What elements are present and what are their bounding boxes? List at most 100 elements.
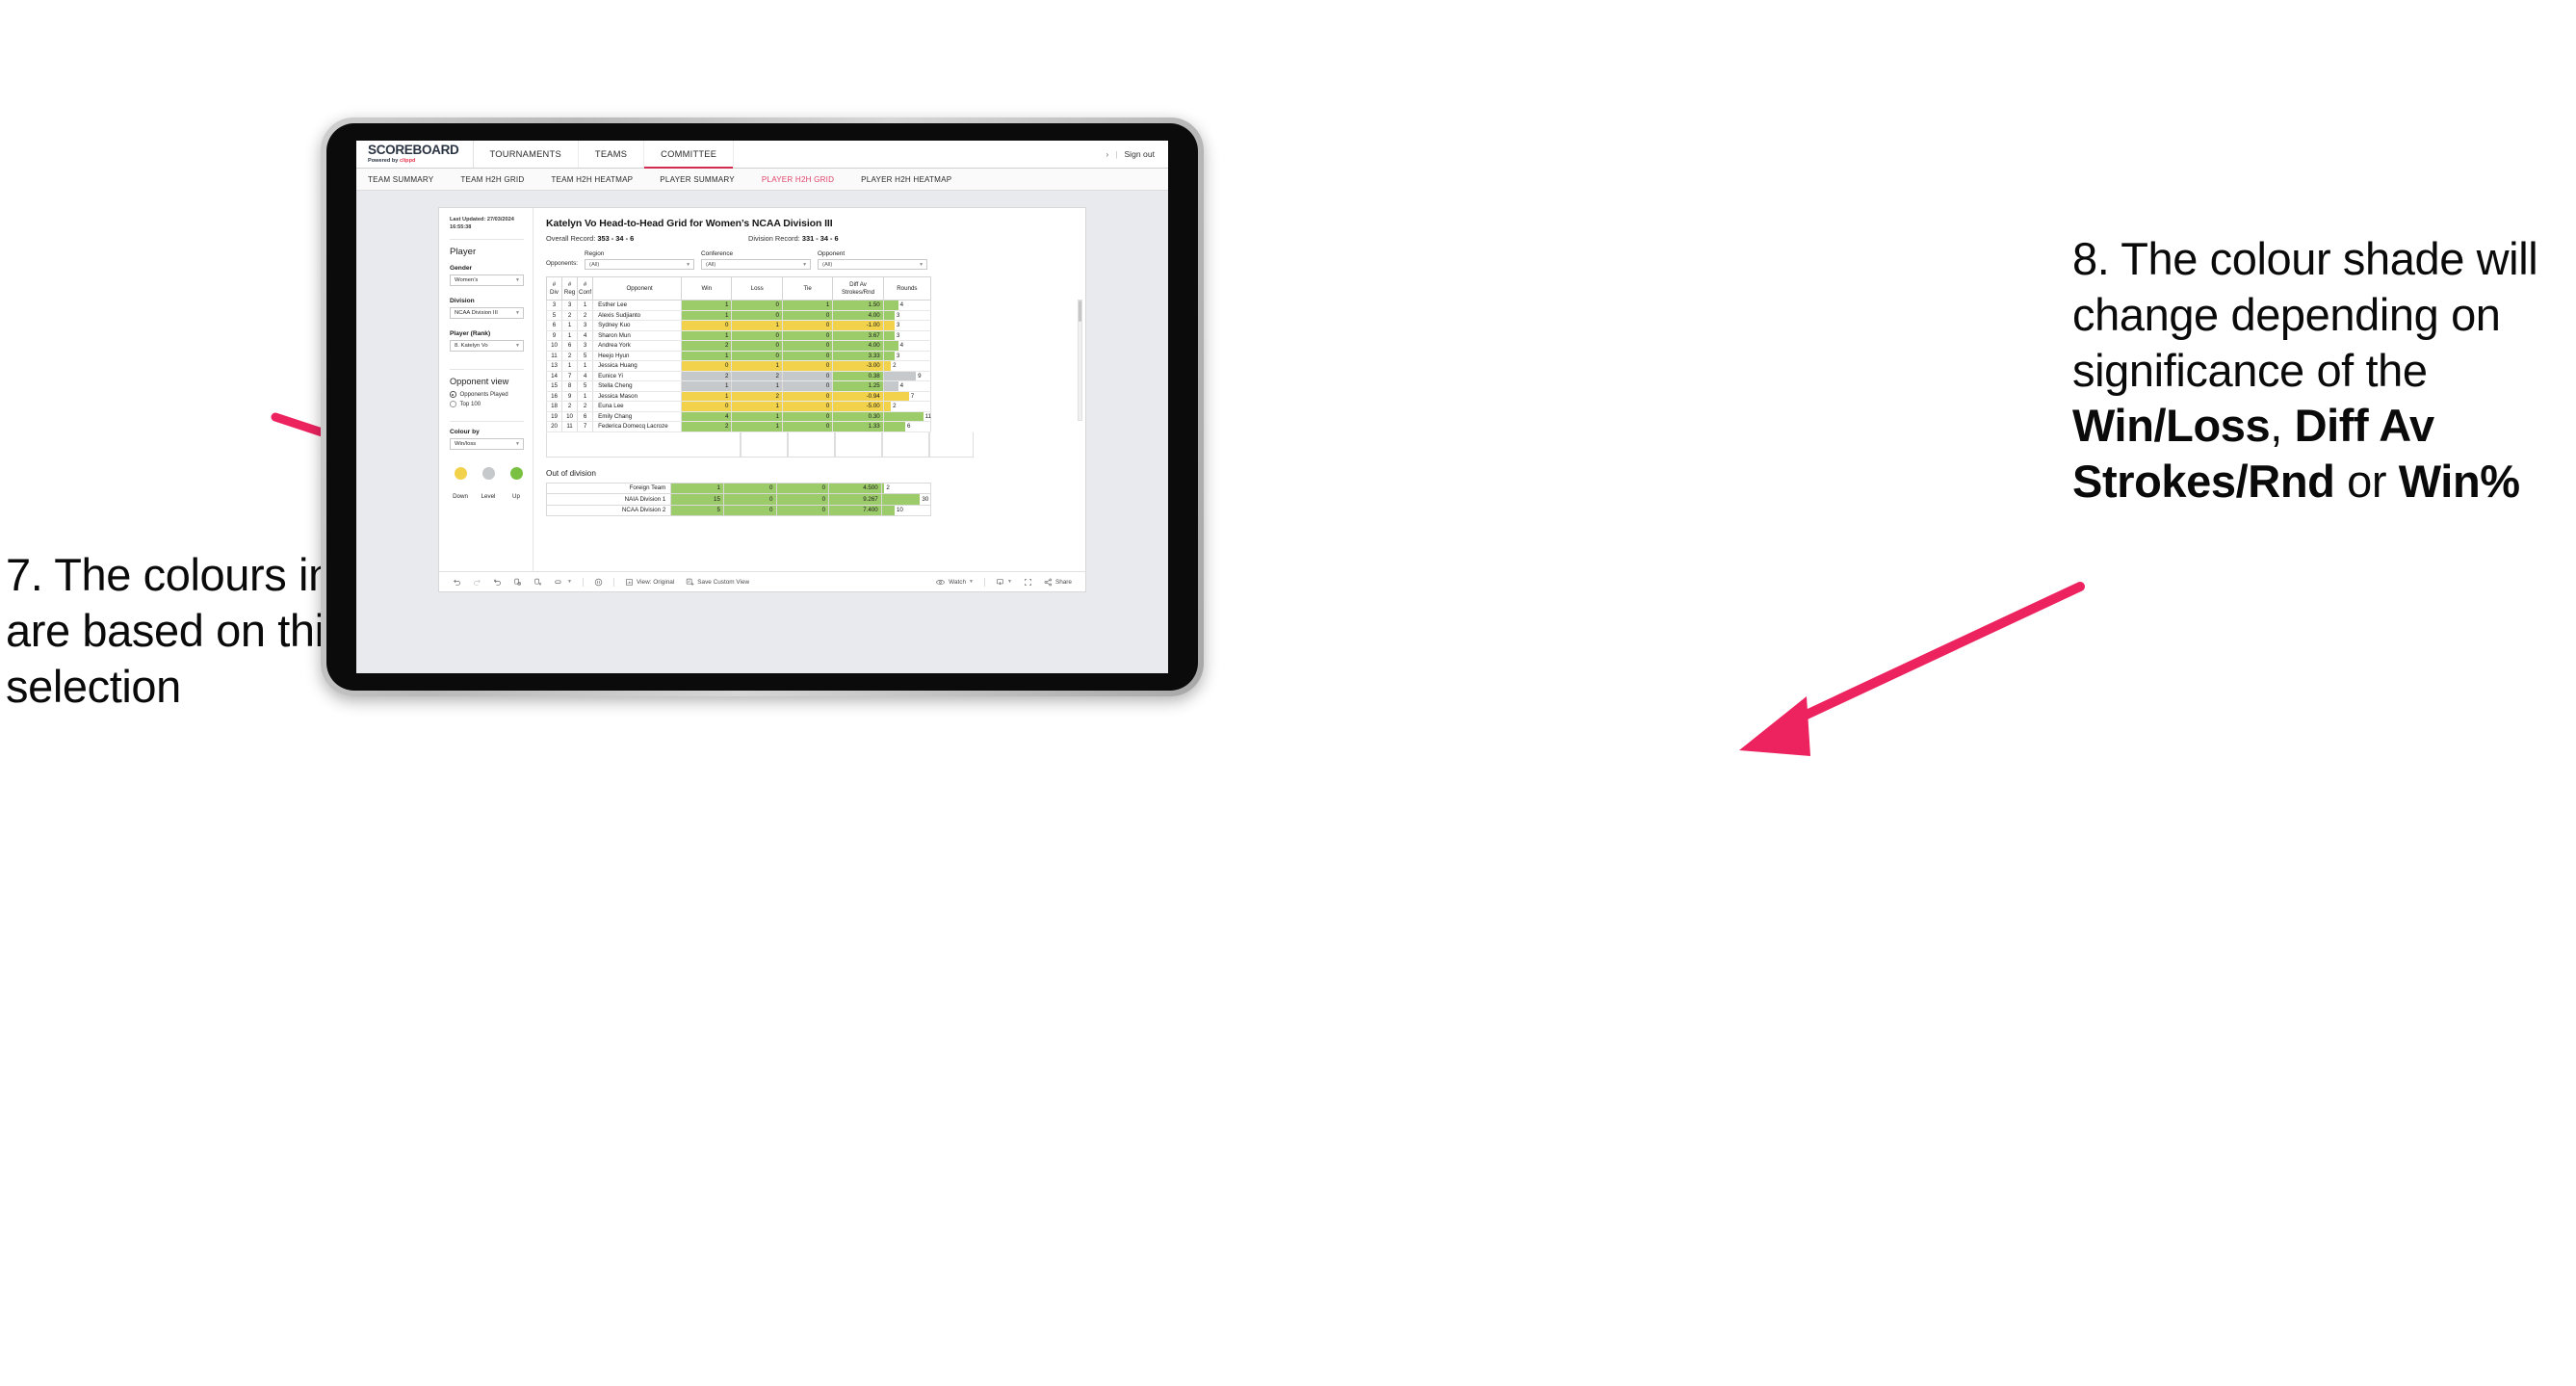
division-value: NCAA Division III [455,310,498,317]
table-row[interactable]: 3 3 1 Esther Lee 1 0 1 1.50 4 [545,300,932,311]
cell-div: 16 [545,391,563,402]
cell-reg: 6 [561,340,579,352]
table-row[interactable]: 19 10 6 Emily Chang 4 1 0 0.30 11 [545,411,932,422]
subnav-team-h2h-heatmap[interactable]: TEAM H2H HEATMAP [537,175,646,184]
redo-button[interactable] [467,578,487,587]
cell-tie: 0 [781,360,834,372]
rounds-bar [883,321,895,330]
division-select[interactable]: NCAA Division III ▼ [450,307,524,320]
out-of-division-row[interactable]: NAIA Division 1 15 0 0 9.267 30 [545,493,932,506]
highlight-button[interactable]: ▼ [548,578,578,587]
nav-item-teams[interactable]: TEAMS [579,141,645,168]
undo-button[interactable] [447,578,467,587]
header-right-group: › | Sign out [1106,141,1168,168]
out-of-division-row[interactable]: Foreign Team 1 0 0 4.500 2 [545,482,932,494]
cell-rounds: 4 [882,380,932,392]
region-filter-value: (All) [589,261,600,268]
cell-opponent: Alexis Sudjianto [592,310,683,321]
cell-tie: 0 [781,380,834,392]
nav-item-tournaments[interactable]: TOURNAMENTS [474,141,579,168]
overall-record-value: 353 - 34 - 6 [597,234,635,243]
table-row[interactable]: 13 1 1 Jessica Huang 0 1 0 -3.00 2 [545,360,932,372]
subnav-team-summary[interactable]: TEAM SUMMARY [368,175,447,184]
table-row[interactable]: 10 6 3 Andrea York 2 0 0 4.00 4 [545,340,932,352]
col-diff-bottom: Strokes/Rnd [841,288,875,296]
col-reg-bottom: Reg [563,288,576,296]
cell-opponent: Stella Cheng [592,380,683,392]
table-row[interactable]: 20 11 7 Federica Domecq Lacroze 2 1 0 1.33 6 [545,421,932,432]
col-div-bottom: Div [550,288,559,296]
cell-diff-av-strokes: 1.50 [832,300,884,311]
scrollbar-thumb[interactable] [1079,301,1081,322]
sign-out-button[interactable]: Sign out [1124,149,1155,159]
region-filter-select[interactable]: (All) ▼ [585,259,695,270]
gender-select[interactable]: Women’s ▼ [450,275,524,287]
fullscreen-button[interactable] [1018,578,1038,587]
table-row[interactable]: 11 2 5 Heejo Hyun 1 0 0 3.33 3 [545,351,932,361]
pause-updates-button[interactable] [588,578,609,587]
nav-item-committee[interactable]: COMMITTEE [644,141,735,169]
rounds-bar [883,391,909,401]
table-row[interactable]: 6 1 3 Sydney Kuo 0 1 0 -1.00 3 [545,320,932,331]
table-row[interactable]: 15 8 5 Stella Cheng 1 1 0 1.25 4 [545,380,932,392]
col-diff-av-strokes: Diff Av Strokes/Rnd [832,276,884,301]
cell-loss: 0 [731,300,783,311]
refresh-button[interactable] [507,578,528,587]
cell-loss: 1 [731,411,783,422]
annotation-8-arrow [1739,582,2085,756]
radio-top-100[interactable]: Top 100 [450,401,524,407]
cell-loss: 1 [731,360,783,372]
pause-button[interactable] [528,578,548,587]
subnav-player-summary[interactable]: PLAYER SUMMARY [646,175,748,184]
subnav-team-h2h-grid[interactable]: TEAM H2H GRID [447,175,537,184]
powered-brand: clippd [399,157,416,164]
table-scrollbar[interactable] [1078,300,1082,421]
table-row[interactable]: 16 9 1 Jessica Mason 1 2 0 -0.94 7 [545,391,932,402]
brand-logo[interactable]: SCOREBOARD Powered by clippd [356,141,474,168]
cell-rounds: 4 [882,340,932,352]
save-custom-view-button[interactable]: Save Custom View [680,578,755,587]
table-row[interactable]: 18 2 2 Euna Lee 0 1 0 -5.00 2 [545,401,932,412]
chevron-down-icon: ▼ [515,441,520,448]
cell-win: 0 [681,360,733,372]
subnav-player-h2h-heatmap[interactable]: PLAYER H2H HEATMAP [847,175,965,184]
radio-opponents-played[interactable]: Opponents Played [450,391,524,398]
revert-button[interactable] [487,578,507,587]
rounds-bar [881,494,921,505]
table-row[interactable]: 9 1 4 Sharon Mun 1 0 0 3.67 3 [545,330,932,341]
cell-conf: 3 [577,320,594,331]
download-button[interactable]: ▼ [990,578,1018,587]
records-row: Overall Record: 353 - 34 - 6 Division Re… [546,234,1076,243]
colour-by-value: Win/loss [455,441,477,448]
cell-loss: 2 [731,371,783,381]
cell-diff-av-strokes: 3.33 [832,351,884,361]
colour-legend: Down Level Up [450,467,524,503]
rounds-value: 2 [893,403,897,410]
chevron-right-icon[interactable]: › [1106,150,1109,159]
opponent-filter-select[interactable]: (All) ▼ [818,259,928,270]
cell-reg: 1 [561,330,579,341]
overall-record-label: Overall Record: [546,234,598,243]
table-row[interactable]: 5 2 2 Alexis Sudjianto 1 0 0 4.00 3 [545,310,932,321]
cell-reg: 7 [561,371,579,381]
cell-div: 11 [545,351,563,361]
cell-tie: 1 [781,300,834,311]
player-rank-select[interactable]: 8. Katelyn Vo ▼ [450,340,524,353]
cell-div: 19 [545,411,563,422]
share-button[interactable]: Share [1038,578,1078,587]
watch-label: Watch [949,578,967,586]
table-row[interactable]: 14 7 4 Eunice Yi 2 2 0 0.38 9 [545,371,932,381]
col-conf-bottom: Conf [579,288,592,296]
conference-filter-select[interactable]: (All) ▼ [701,259,812,270]
view-original-button[interactable]: View: Original [619,578,680,587]
cell-tie: 0 [781,421,834,432]
colour-by-select[interactable]: Win/loss ▼ [450,438,524,451]
col-loss: Loss [731,276,783,301]
out-of-division-row[interactable]: NCAA Division 2 5 0 0 7.400 10 [545,504,932,516]
subnav-player-h2h-grid[interactable]: PLAYER H2H GRID [748,175,847,184]
rounds-value: 10 [896,507,903,514]
rounds-value: 3 [896,311,900,319]
cell-opponent: Eunice Yi [592,371,683,381]
chevron-down-icon: ▼ [969,579,974,585]
watch-button[interactable]: Watch ▼ [929,578,979,587]
